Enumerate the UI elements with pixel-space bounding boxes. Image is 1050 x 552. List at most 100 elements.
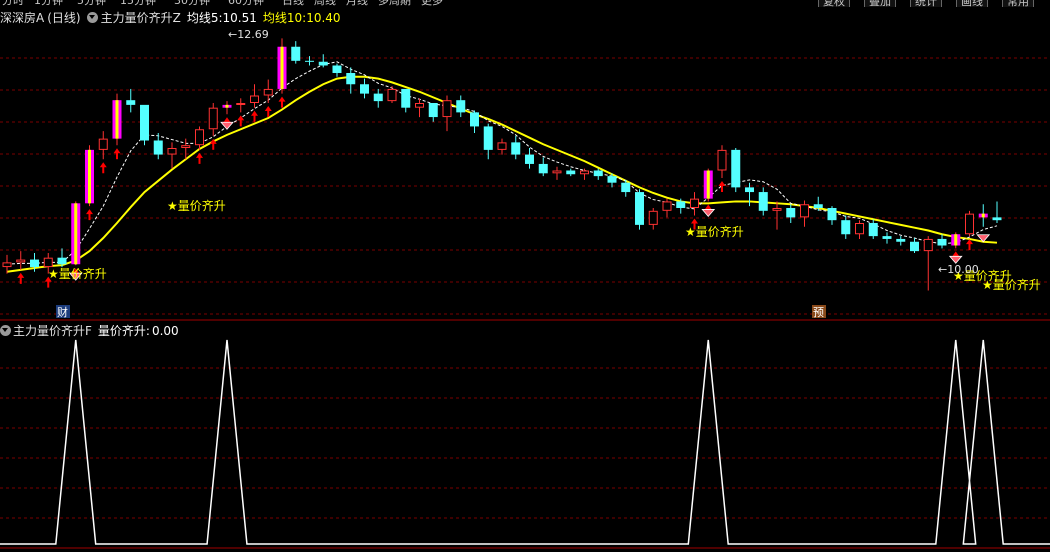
candle-body-down [896, 238, 906, 242]
candle-body-down [291, 46, 301, 61]
candle-body-down [758, 192, 768, 211]
toolbar-period-8[interactable]: 月线 [346, 0, 368, 7]
candle-body-down [937, 238, 947, 246]
high-price-label: ←12.69 [228, 28, 269, 41]
indicator-menu-icon[interactable] [86, 12, 98, 23]
toolbar-tool-1[interactable]: 叠加 [864, 0, 896, 7]
signal-label: 量价齐升: [97, 324, 150, 338]
candle-body-down [868, 223, 878, 237]
candle-body-up [167, 148, 177, 155]
candle-body-down [676, 201, 686, 208]
candle-body-down [525, 154, 534, 164]
sub-grid [0, 367, 1050, 519]
sub-indicator-name[interactable]: 主力量价齐升F [13, 324, 92, 338]
candle-body-down [731, 149, 741, 188]
candle-body-down [813, 204, 823, 208]
candle-body-down [332, 65, 342, 73]
toolbar-period-1[interactable]: 1分钟 [34, 0, 63, 7]
toolbar-tool-4[interactable]: 常用 [1002, 0, 1034, 7]
candle-body-down [992, 217, 1002, 221]
candle-body-up [800, 204, 809, 218]
candle-body-down [910, 241, 919, 252]
candle-body-up [250, 95, 259, 103]
toolbar-period-2[interactable]: 5分钟 [77, 0, 106, 7]
candle-body-up [415, 103, 424, 108]
candle-body-up [442, 100, 452, 118]
candle-body-down [30, 259, 39, 268]
toolbar-period-5[interactable]: 60分钟 [228, 0, 264, 7]
candle-body-down [745, 187, 754, 193]
candle-body-down [401, 88, 411, 108]
signal-label: ★量价齐升 [685, 224, 744, 239]
up-arrow-head [223, 117, 231, 123]
up-arrow-head [86, 209, 93, 215]
sub-indicator-menu-icon[interactable] [0, 325, 11, 336]
signal-candle-stripe [954, 234, 958, 246]
toolbar-tool-2[interactable]: 统计 [910, 0, 942, 7]
candlesticks [2, 38, 1002, 291]
candle-body-down [360, 84, 369, 94]
signal-label: ★量价齐升 [167, 198, 226, 213]
candle-body-down [621, 182, 631, 193]
candle-body-up [387, 88, 397, 102]
candle-body-down [318, 61, 328, 66]
candle-body-down [470, 112, 479, 127]
ma10-line [6, 75, 998, 273]
candle-body-down [786, 208, 796, 218]
candle-body-up [648, 210, 658, 225]
candle-body-up [236, 103, 246, 105]
up-arrow-head [278, 96, 286, 102]
up-arrow-head [17, 272, 25, 278]
candle-body-down [882, 236, 892, 239]
signal-line [0, 339, 1050, 545]
candle-body-down [483, 126, 493, 150]
toolbar-tool-0[interactable]: 复权 [818, 0, 850, 7]
candle-body-up [855, 223, 864, 235]
candle-body-down [456, 100, 466, 113]
kline-chart[interactable]: ★量价齐升★量价齐升★量价齐升★量价齐升★量价齐升←12.69←10.00财预 [0, 0, 1050, 552]
candle-body-up [263, 88, 273, 96]
signal-gem-icon [701, 209, 716, 218]
ma10-polyline [6, 75, 998, 273]
toolbar-period-9[interactable]: 多周期 [378, 0, 411, 7]
signal-candle-stripe [88, 149, 91, 204]
toolbar-period-4[interactable]: 30分钟 [174, 0, 210, 7]
cai-marker-label: 财 [57, 305, 68, 319]
candle-body-up [181, 145, 191, 148]
candle-body-up [43, 257, 53, 268]
yu-marker-label: 预 [813, 306, 824, 319]
candle-body-down [635, 192, 644, 225]
candle-body-down [140, 104, 149, 141]
candle-body-up [497, 142, 507, 150]
signal-gem-icon [220, 121, 234, 130]
toolbar-period-10[interactable]: 更多 [421, 0, 443, 7]
toolbar-tool-3[interactable]: 画线 [956, 0, 988, 7]
candle-body-down [126, 100, 136, 105]
signal-label: ★量价齐升 [982, 277, 1041, 292]
toolbar-period-3[interactable]: 15分钟 [120, 0, 156, 7]
sub-header: 主力量价齐升F 量价齐升: 0.00 [0, 322, 179, 338]
period-toolbar: 分时 1分钟 5分钟 15分钟 30分钟 60分钟 日线 周线 月线 多周期 更多 复权 叠加 统计 画线 常… [0, 0, 1050, 7]
ma5-value: 10.51 [222, 11, 257, 25]
candle-body-down [428, 103, 438, 118]
signal-candle-stripe [115, 100, 119, 139]
up-arrow-head [704, 204, 712, 210]
candle-body-down [511, 142, 521, 155]
candle-body-down [593, 170, 603, 177]
candle-body-up [552, 170, 562, 174]
toolbar-period-0[interactable]: 分时 [2, 0, 24, 7]
toolbar-period-6[interactable]: 日线 [282, 0, 304, 7]
toolbar-period-7[interactable]: 周线 [314, 0, 336, 7]
up-arrow-head [196, 152, 203, 158]
candle-body-down [841, 220, 851, 235]
candle-body-down [566, 170, 576, 175]
signal-label: ★量价齐升 [48, 266, 107, 281]
period-label: (日线) [47, 11, 81, 25]
signal-candle-stripe [706, 170, 710, 199]
signal-candle-stripe [280, 46, 284, 89]
signal-polyline [0, 339, 1050, 545]
up-arrow-head [952, 251, 960, 257]
indicator-name[interactable]: 主力量价齐升Z [101, 11, 181, 25]
candle-body-up [98, 138, 108, 150]
candle-body-up [2, 262, 12, 268]
